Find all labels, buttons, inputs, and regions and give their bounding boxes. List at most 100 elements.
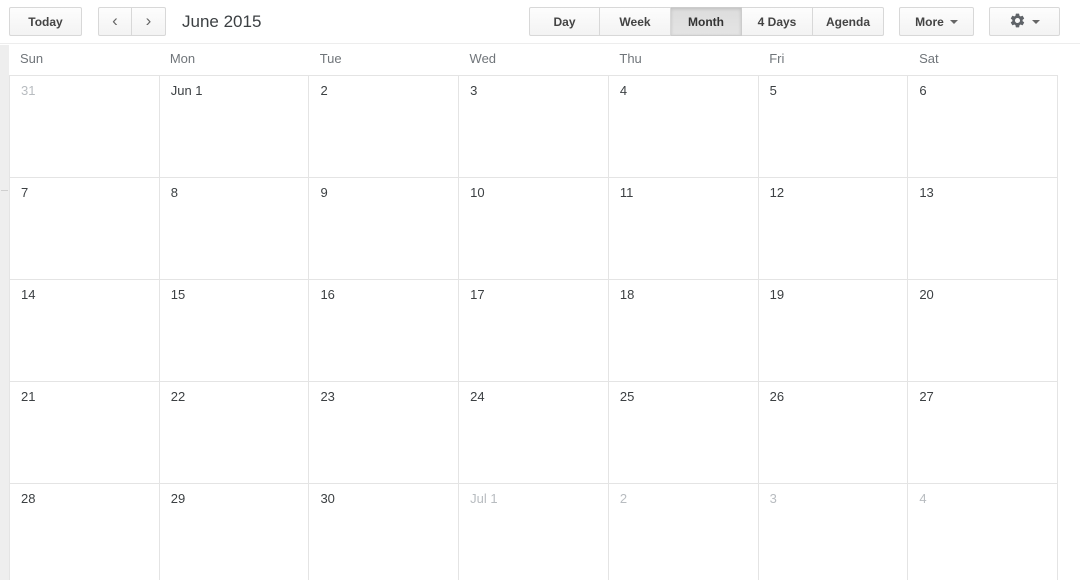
day-cell[interactable]: 27	[908, 382, 1059, 484]
day-cell[interactable]: 3	[459, 76, 609, 178]
day-cell[interactable]: 14	[10, 280, 160, 382]
day-number[interactable]: 3	[470, 83, 477, 98]
month-grid: 31 Jun 1 2 3 4 5 6 7 8 9 10 11 12 13 14 15 16 17 18 19 20 21 2…	[9, 75, 1059, 580]
day-number[interactable]: 15	[171, 287, 185, 302]
day-number[interactable]: 29	[171, 491, 185, 506]
day-number[interactable]: 24	[470, 389, 484, 404]
day-number[interactable]: 30	[320, 491, 334, 506]
week-row: 7 8 9 10 11 12 13	[10, 178, 1059, 280]
day-cell[interactable]: 16	[309, 280, 460, 382]
day-cell[interactable]: 7	[10, 178, 160, 280]
day-cell[interactable]: 21	[10, 382, 160, 484]
day-number[interactable]: 18	[620, 287, 634, 302]
week-row: 21 22 23 24 25 26 27	[10, 382, 1059, 484]
today-button[interactable]: Today	[9, 7, 82, 36]
day-number[interactable]: 14	[21, 287, 35, 302]
day-cell[interactable]: 10	[459, 178, 609, 280]
view-button-day[interactable]: Day	[529, 7, 600, 36]
day-number[interactable]: 28	[21, 491, 35, 506]
chevron-right-icon: ›	[145, 11, 152, 30]
day-number[interactable]: 9	[320, 185, 327, 200]
day-cell[interactable]: 24	[459, 382, 609, 484]
view-button-agenda-label: Agenda	[826, 14, 871, 29]
day-cell[interactable]: 4	[608, 76, 759, 178]
day-number[interactable]: 27	[919, 389, 933, 404]
previous-period-button[interactable]: ‹	[98, 7, 132, 36]
toolbar: Today ‹ › June 2015 Day Week Month 4 Day…	[0, 0, 1080, 44]
day-number[interactable]: 11	[620, 185, 634, 200]
day-cell[interactable]: 31	[10, 76, 160, 178]
more-button-label: More	[915, 14, 944, 29]
day-cell[interactable]: Jun 1	[159, 76, 310, 178]
day-number[interactable]: 2	[320, 83, 327, 98]
day-cell[interactable]: 18	[608, 280, 759, 382]
day-cell[interactable]: 25	[608, 382, 759, 484]
week-row: 31 Jun 1 2 3 4 5 6	[10, 76, 1059, 178]
day-cell[interactable]: Jul 1	[459, 484, 609, 580]
day-number[interactable]: 6	[919, 83, 926, 98]
day-cell[interactable]: 20	[908, 280, 1059, 382]
date-nav-group: ‹ ›	[98, 7, 166, 36]
day-cell[interactable]: 13	[908, 178, 1059, 280]
view-button-4-days[interactable]: 4 Days	[742, 7, 813, 36]
day-number[interactable]: 22	[171, 389, 185, 404]
day-number[interactable]: 12	[770, 185, 784, 200]
day-header-mon: Mon	[169, 51, 196, 66]
day-number[interactable]: 13	[919, 185, 933, 200]
day-number[interactable]: 16	[320, 287, 334, 302]
day-number[interactable]: 3	[770, 491, 777, 506]
day-number[interactable]: 19	[770, 287, 784, 302]
today-button-label: Today	[28, 14, 63, 29]
day-cell[interactable]: 28	[10, 484, 160, 580]
day-cell[interactable]: 4	[908, 484, 1059, 580]
day-cell[interactable]: 30	[309, 484, 460, 580]
day-header-tue: Tue	[319, 51, 342, 66]
day-cell[interactable]: 26	[758, 382, 909, 484]
view-button-agenda[interactable]: Agenda	[813, 7, 885, 36]
view-button-week[interactable]: Week	[600, 7, 671, 36]
day-number[interactable]: Jul 1	[470, 491, 497, 506]
view-button-month[interactable]: Month	[671, 7, 742, 36]
day-cell[interactable]: 12	[758, 178, 909, 280]
chevron-down-icon	[949, 19, 958, 24]
view-button-month-label: Month	[688, 14, 724, 29]
day-header-sun: Sun	[20, 51, 44, 66]
day-cell[interactable]: 15	[159, 280, 310, 382]
day-cell[interactable]: 23	[309, 382, 460, 484]
day-number[interactable]: Jun 1	[171, 83, 203, 98]
day-cell[interactable]: 9	[309, 178, 460, 280]
day-number[interactable]: 21	[21, 389, 35, 404]
day-cell[interactable]: 8	[159, 178, 310, 280]
day-number[interactable]: 17	[470, 287, 484, 302]
day-cell[interactable]: 3	[758, 484, 909, 580]
view-button-4-days-label: 4 Days	[757, 14, 797, 29]
day-number[interactable]: 26	[770, 389, 784, 404]
sidebar-toggle-handle[interactable]	[0, 145, 9, 193]
day-number[interactable]: 4	[919, 491, 926, 506]
day-cell[interactable]: 29	[159, 484, 310, 580]
day-cell[interactable]: 17	[459, 280, 609, 382]
more-button[interactable]: More	[899, 7, 974, 36]
day-cell[interactable]: 2	[608, 484, 759, 580]
day-cell[interactable]: 11	[608, 178, 759, 280]
day-number[interactable]: 5	[770, 83, 777, 98]
day-number[interactable]: 10	[470, 185, 484, 200]
day-number[interactable]: 23	[320, 389, 334, 404]
day-number[interactable]: 4	[620, 83, 627, 98]
day-cell[interactable]: 5	[758, 76, 909, 178]
sidebar-handle-divider	[1, 190, 8, 191]
day-header-wed: Wed	[469, 51, 497, 66]
day-cell[interactable]: 19	[758, 280, 909, 382]
day-number[interactable]: 25	[620, 389, 634, 404]
next-period-button[interactable]: ›	[132, 7, 166, 36]
settings-button[interactable]	[989, 7, 1060, 36]
day-cell[interactable]: 22	[159, 382, 310, 484]
day-number[interactable]: 2	[620, 491, 627, 506]
day-number[interactable]: 20	[919, 287, 933, 302]
day-cell[interactable]: 6	[908, 76, 1059, 178]
day-number[interactable]: 31	[21, 83, 35, 98]
day-number[interactable]: 8	[171, 185, 178, 200]
day-cell[interactable]: 2	[309, 76, 460, 178]
day-header-sat: Sat	[919, 51, 939, 66]
day-number[interactable]: 7	[21, 185, 28, 200]
